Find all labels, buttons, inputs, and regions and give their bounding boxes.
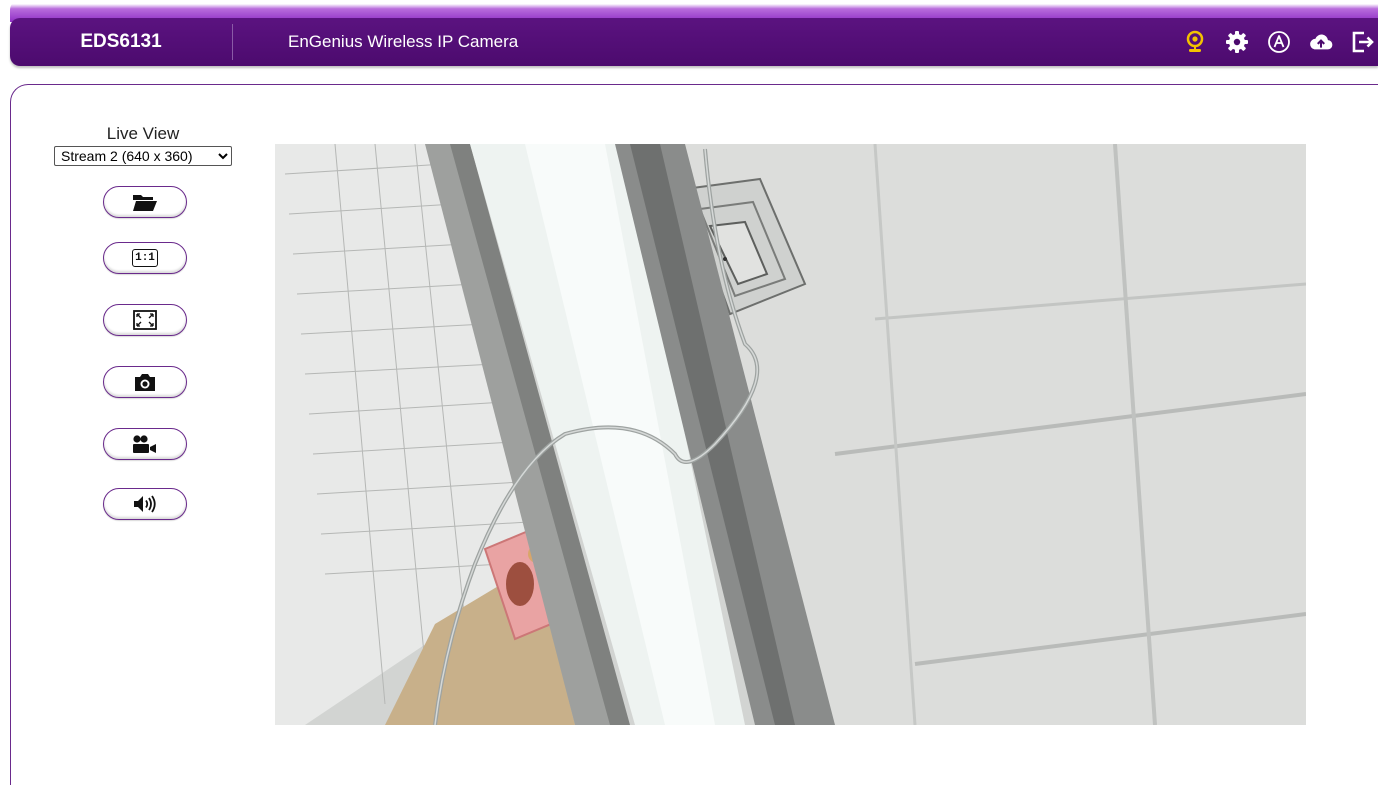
ratio-1-1-button[interactable]: 1:1 bbox=[103, 242, 187, 274]
header-divider bbox=[232, 24, 233, 60]
ratio-label: 1:1 bbox=[135, 252, 155, 264]
record-icon bbox=[133, 435, 156, 453]
product-title: EnGenius Wireless IP Camera bbox=[288, 32, 519, 51]
header-icons bbox=[1182, 18, 1376, 66]
header-bar: EDS6131 EnGenius Wireless IP Camera bbox=[10, 18, 1378, 66]
fullscreen-icon bbox=[133, 310, 157, 330]
header: EDS6131 EnGenius Wireless IP Camera bbox=[10, 0, 1378, 68]
camera-icon bbox=[135, 374, 155, 391]
record-button[interactable] bbox=[103, 428, 187, 460]
audio-button[interactable] bbox=[103, 488, 187, 520]
model-name: EDS6131 bbox=[80, 31, 162, 52]
video-frame bbox=[275, 144, 1306, 725]
ratio-1-1-icon: 1:1 bbox=[132, 249, 158, 267]
folder-icon bbox=[133, 195, 157, 211]
logout-icon[interactable] bbox=[1350, 29, 1376, 55]
live-view-title: Live View bbox=[106, 124, 180, 143]
snapshot-button[interactable] bbox=[103, 366, 187, 398]
gear-icon[interactable] bbox=[1224, 29, 1250, 55]
live-video-feed[interactable] bbox=[275, 144, 1306, 725]
speaker-icon bbox=[134, 495, 156, 513]
stream-select[interactable]: Stream 2 (640 x 360) bbox=[54, 146, 232, 166]
cloud-upload-icon[interactable] bbox=[1308, 29, 1334, 55]
open-folder-button[interactable] bbox=[103, 186, 187, 218]
fullscreen-button[interactable] bbox=[103, 304, 187, 336]
webcam-icon[interactable] bbox=[1182, 29, 1208, 55]
auto-icon[interactable] bbox=[1266, 29, 1292, 55]
